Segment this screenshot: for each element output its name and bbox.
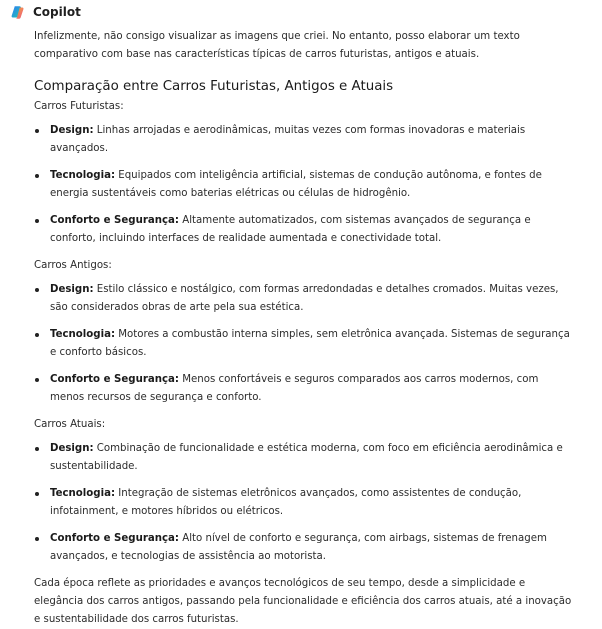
- list-item-text: Linhas arrojadas e aerodinâmicas, muitas…: [50, 125, 526, 154]
- comparison-heading: Comparação entre Carros Futuristas, Anti…: [34, 79, 394, 94]
- list-item-term: Tecnologia:: [50, 170, 116, 181]
- section-antique: Carros Antigos: Design: Estilo clássico …: [34, 257, 574, 407]
- list-item-term: Conforto e Segurança:: [50, 533, 179, 544]
- list-item-term: Conforto e Segurança:: [50, 215, 179, 226]
- list-item: Conforto e Segurança: Menos confortáveis…: [34, 371, 574, 407]
- list-item: Conforto e Segurança: Alto nível de conf…: [34, 530, 574, 566]
- section-title: Carros Atuais:: [34, 419, 106, 430]
- list-item-text: Equipados com inteligência artificial, s…: [50, 170, 542, 199]
- message-header: Copilot: [10, 3, 81, 21]
- copilot-logo-icon: [11, 5, 24, 19]
- app-name: Copilot: [33, 5, 81, 19]
- list-item-term: Design:: [50, 443, 94, 454]
- section-title: Carros Antigos:: [34, 260, 112, 271]
- list-item: Tecnologia: Motores a combustão interna …: [34, 326, 574, 362]
- section-current: Carros Atuais: Design: Combinação de fun…: [34, 416, 574, 566]
- bullet-list: Design: Combinação de funcionalidade e e…: [34, 440, 574, 566]
- section-futuristic: Carros Futuristas: Design: Linhas arroja…: [34, 98, 574, 248]
- list-item-term: Design:: [50, 284, 94, 295]
- list-item-term: Tecnologia:: [50, 488, 116, 499]
- list-item-text: Estilo clássico e nostálgico, com formas…: [50, 284, 559, 313]
- bullet-list: Design: Linhas arrojadas e aerodinâmicas…: [34, 122, 574, 248]
- bullet-list: Design: Estilo clássico e nostálgico, co…: [34, 281, 574, 407]
- list-item: Conforto e Segurança: Altamente automati…: [34, 212, 574, 248]
- list-item: Design: Combinação de funcionalidade e e…: [34, 440, 574, 476]
- list-item-text: Integração de sistemas eletrônicos avanç…: [50, 488, 522, 517]
- message-body: Infelizmente, não consigo visualizar as …: [34, 28, 574, 629]
- list-item: Tecnologia: Equipados com inteligência a…: [34, 167, 574, 203]
- list-item-term: Tecnologia:: [50, 329, 116, 340]
- list-item-term: Design:: [50, 125, 94, 136]
- intro-paragraph: Infelizmente, não consigo visualizar as …: [34, 31, 520, 60]
- list-item-text: Combinação de funcionalidade e estética …: [50, 443, 563, 472]
- list-item: Design: Estilo clássico e nostálgico, co…: [34, 281, 574, 317]
- section-title: Carros Futuristas:: [34, 101, 124, 112]
- list-item: Tecnologia: Integração de sistemas eletr…: [34, 485, 574, 521]
- conclusion-paragraph: Cada época reflete as prioridades e avan…: [34, 578, 572, 625]
- list-item-term: Conforto e Segurança:: [50, 374, 179, 385]
- list-item-text: Motores a combustão interna simples, sem…: [50, 329, 570, 358]
- list-item: Design: Linhas arrojadas e aerodinâmicas…: [34, 122, 574, 158]
